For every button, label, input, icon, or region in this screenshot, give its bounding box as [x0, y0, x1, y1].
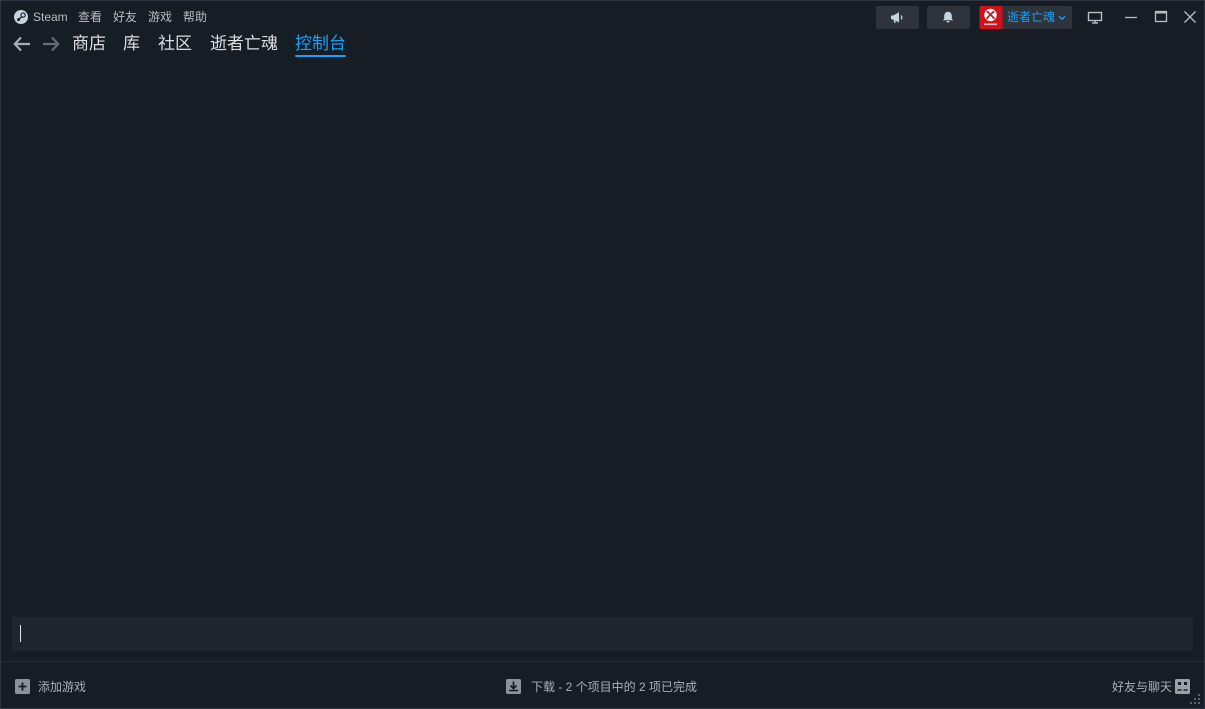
minimize-icon [1125, 16, 1137, 19]
menu-friends[interactable]: 好友 [113, 10, 137, 24]
download-icon [506, 679, 521, 694]
console-input-container [12, 617, 1193, 651]
steam-logo-icon[interactable] [14, 10, 28, 24]
user-name: 逝者亡魂 [1007, 10, 1056, 24]
chat-icon [1175, 679, 1190, 694]
resize-grip-icon[interactable] [1189, 693, 1201, 705]
friends-chat-label: 好友与聊天 [1112, 680, 1173, 694]
bell-icon [941, 11, 955, 24]
tab-console[interactable]: 控制台 [295, 34, 346, 57]
tab-store[interactable]: 商店 [72, 34, 106, 54]
status-indicator [1001, 6, 1003, 29]
steam-window: Steam 查看 好友 游戏 帮助 逝者亡魂 商店 库 社区 逝者亡魂 控制台 … [0, 0, 1205, 709]
tab-library[interactable]: 库 [123, 34, 140, 54]
monitor-icon [1087, 11, 1103, 24]
close-button[interactable] [1181, 8, 1199, 26]
notifications-button[interactable] [927, 6, 970, 29]
arrow-left-icon [13, 36, 30, 52]
maximize-button[interactable] [1152, 8, 1170, 26]
maximize-icon [1154, 10, 1168, 23]
user-menu-button[interactable]: 逝者亡魂 [979, 6, 1072, 29]
back-button[interactable] [13, 36, 31, 52]
plus-box-icon [15, 679, 30, 694]
arrow-right-icon [43, 36, 60, 52]
menu-games[interactable]: 游戏 [148, 10, 172, 24]
console-input[interactable] [12, 617, 1193, 651]
minimize-button[interactable] [1122, 8, 1140, 26]
add-game-button[interactable]: 添加游戏 [15, 679, 87, 695]
tab-profile[interactable]: 逝者亡魂 [210, 34, 278, 54]
text-caret [20, 625, 21, 642]
add-game-label: 添加游戏 [38, 680, 87, 694]
megaphone-icon [890, 11, 904, 24]
chevron-down-icon [1058, 15, 1066, 21]
tab-community[interactable]: 社区 [158, 34, 192, 54]
menu-view[interactable]: 查看 [78, 10, 102, 24]
big-picture-button[interactable] [1086, 8, 1104, 26]
close-icon [1184, 11, 1196, 23]
downloads-button[interactable]: 下载 - 2 个项目中的 2 项已完成 [506, 679, 698, 695]
download-status: 下载 - 2 个项目中的 2 项已完成 [531, 680, 698, 694]
menu-help[interactable]: 帮助 [183, 10, 207, 24]
forward-button[interactable] [42, 36, 60, 52]
avatar [980, 6, 1001, 29]
friends-chat-button[interactable]: 好友与聊天 [1111, 679, 1191, 695]
footer-bar: 添加游戏 下载 - 2 个项目中的 2 项已完成 好友与聊天 [1, 661, 1204, 708]
announcements-button[interactable] [876, 6, 919, 29]
menu-steam[interactable]: Steam [33, 10, 68, 24]
console-output [1, 62, 1204, 617]
